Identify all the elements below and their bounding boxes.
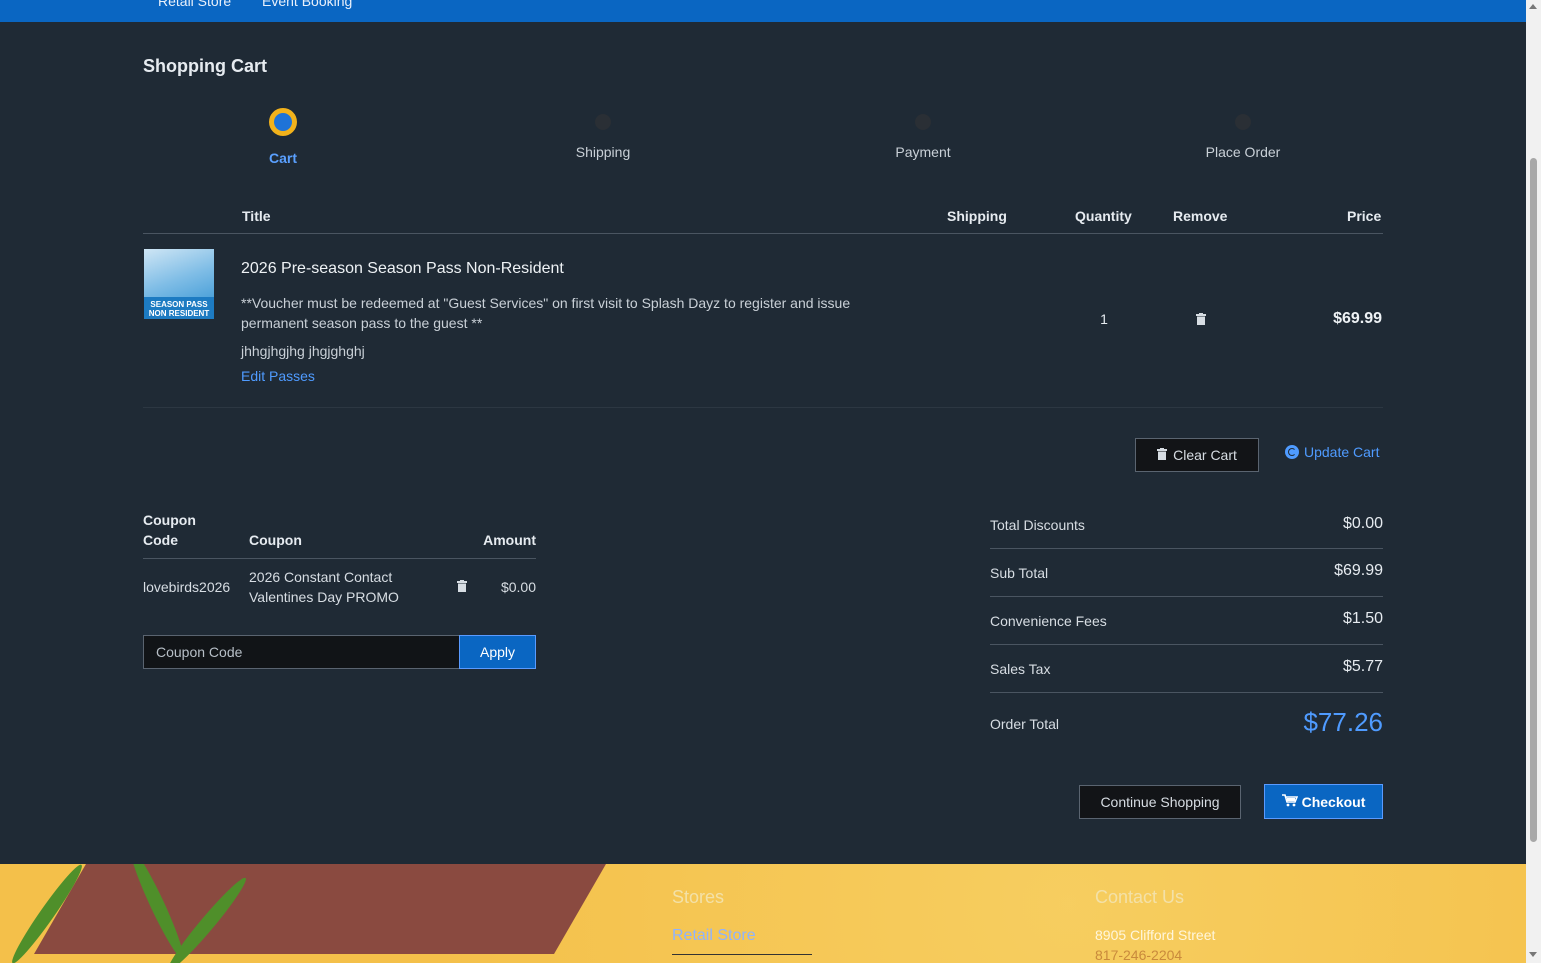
- step-label: Place Order: [1205, 144, 1281, 160]
- step-label: Payment: [895, 144, 951, 160]
- clear-cart-button[interactable]: Clear Cart: [1135, 438, 1259, 472]
- divider: [143, 233, 1383, 234]
- apply-coupon-button[interactable]: Apply: [459, 635, 536, 669]
- refresh-icon: [1285, 445, 1299, 459]
- cart-item-price: $69.99: [1333, 310, 1382, 327]
- coupon-code-value: lovebirds2026: [143, 579, 231, 595]
- coupon-col-code: Coupon Code: [143, 512, 196, 548]
- nav-link-retail-store[interactable]: Retail Store: [158, 0, 231, 9]
- clear-cart-label: Clear Cart: [1173, 447, 1237, 463]
- edit-passes-link[interactable]: Edit Passes: [241, 368, 315, 384]
- divider: [672, 954, 812, 955]
- order-total-label: Order Total: [990, 716, 1059, 732]
- summary-label-fees: Convenience Fees: [990, 613, 1107, 629]
- divider: [990, 596, 1383, 597]
- footer-stores-heading: Stores: [672, 887, 725, 907]
- coupon-col-coupon: Coupon: [249, 532, 302, 548]
- step-label: Shipping: [575, 144, 631, 160]
- divider: [143, 558, 536, 559]
- coupon-code-input[interactable]: [143, 635, 460, 669]
- footer-contact-heading: Contact Us: [1095, 887, 1185, 907]
- summary-value-fees: $1.50: [1342, 610, 1383, 627]
- coupon-amount: $0.00: [500, 579, 536, 595]
- summary-value-discounts: $0.00: [1342, 515, 1383, 532]
- cart-item-title: 2026 Pre-season Season Pass Non-Resident: [241, 260, 564, 277]
- divider: [990, 644, 1383, 645]
- footer-rock-illustration: [34, 864, 606, 954]
- summary-value-subtotal: $69.99: [1334, 562, 1383, 579]
- trash-icon: [1157, 447, 1168, 463]
- summary-label-tax: Sales Tax: [990, 661, 1051, 677]
- remove-coupon-trash-icon[interactable]: [457, 580, 467, 592]
- footer-retail-store-link[interactable]: Retail Store: [672, 927, 756, 945]
- divider: [143, 407, 1383, 408]
- col-header-price: Price: [1347, 208, 1382, 224]
- nav-link-event-booking[interactable]: Event Booking: [262, 0, 352, 9]
- footer: Stores Retail Store Contact Us 8905 Clif…: [0, 864, 1526, 963]
- product-thumbnail: SEASON PASS NON RESIDENT: [144, 249, 214, 319]
- page-title: Shopping Cart: [143, 56, 267, 76]
- scroll-up-arrow-icon[interactable]: [1529, 4, 1537, 9]
- col-header-shipping: Shipping: [947, 208, 1007, 224]
- cart-item-quantity: 1: [1100, 311, 1108, 327]
- checkout-button[interactable]: Checkout: [1264, 784, 1383, 819]
- step-cart: Cart: [183, 108, 383, 166]
- col-header-quantity: Quantity: [1075, 208, 1132, 224]
- divider: [990, 692, 1383, 693]
- scroll-down-arrow-icon[interactable]: [1529, 952, 1537, 957]
- remove-item-trash-icon[interactable]: [1196, 313, 1206, 325]
- divider: [990, 548, 1383, 549]
- page-scrollbar[interactable]: [1526, 0, 1541, 963]
- summary-value-tax: $5.77: [1342, 658, 1383, 675]
- order-total-value: $77.26: [1303, 707, 1383, 737]
- step-place-order: Place Order: [1143, 108, 1343, 160]
- summary-label-discounts: Total Discounts: [990, 517, 1085, 533]
- cart-icon: [1281, 793, 1298, 810]
- step-indicator: [915, 114, 931, 130]
- step-indicator: [595, 114, 611, 130]
- step-payment: Payment: [823, 108, 1023, 160]
- summary-label-subtotal: Sub Total: [990, 565, 1049, 581]
- coupon-name: 2026 Constant Contact Valentines Day PRO…: [249, 569, 399, 605]
- cart-item-description: **Voucher must be redeemed at "Guest Ser…: [241, 295, 851, 331]
- thumbnail-caption: SEASON PASS NON RESIDENT: [148, 300, 210, 318]
- col-header-title: Title: [242, 208, 271, 224]
- step-indicator-active: [269, 108, 297, 136]
- col-header-remove: Remove: [1173, 208, 1228, 224]
- footer-address: 8905 Clifford Street: [1095, 927, 1216, 943]
- cart-item-note: jhhgjhgjhg jhgjghghj: [241, 343, 365, 359]
- top-nav: Retail Store Event Booking: [0, 0, 1526, 22]
- coupon-col-amount: Amount: [483, 532, 536, 548]
- update-cart-button[interactable]: Update Cart: [1285, 444, 1379, 460]
- scrollbar-thumb[interactable]: [1530, 158, 1537, 842]
- continue-shopping-button[interactable]: Continue Shopping: [1079, 785, 1241, 819]
- checkout-label: Checkout: [1301, 793, 1366, 810]
- step-shipping: Shipping: [503, 108, 703, 160]
- step-indicator: [1235, 114, 1251, 130]
- footer-phone[interactable]: 817-246-2204: [1095, 947, 1182, 963]
- step-label: Cart: [268, 150, 297, 166]
- update-cart-label: Update Cart: [1304, 444, 1380, 460]
